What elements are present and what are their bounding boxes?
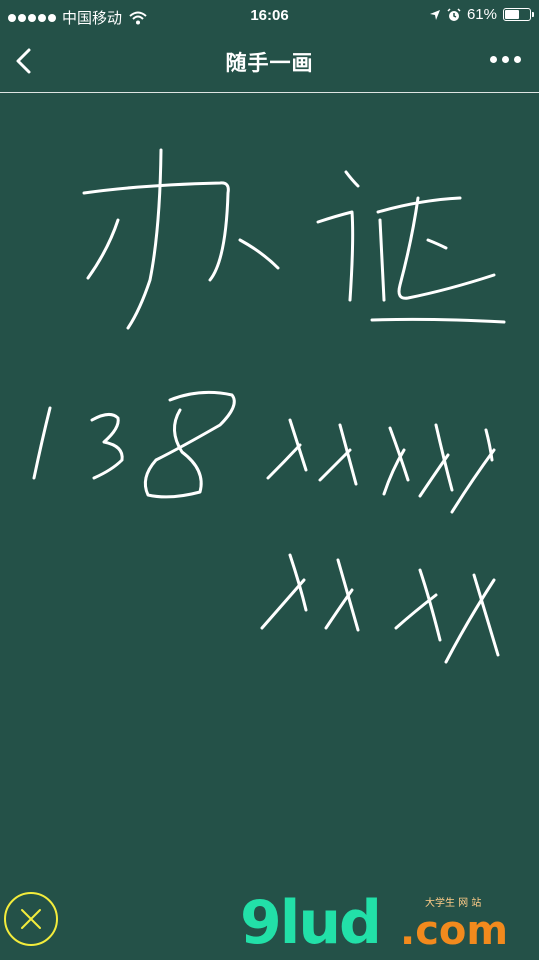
navigation-bar: 随手一画 [0, 32, 539, 93]
stroke [32, 406, 52, 480]
stroke [434, 423, 454, 492]
watermark-logo: 9lud .com 大学生 网 站 [240, 888, 530, 958]
stroke [472, 573, 500, 657]
close-button[interactable] [4, 892, 58, 946]
stroke [450, 448, 496, 514]
status-right: 61% [429, 6, 534, 23]
stroke [86, 218, 120, 280]
stroke [266, 443, 302, 480]
stroke [426, 238, 448, 250]
stroke [90, 413, 124, 480]
stroke [394, 593, 438, 630]
stroke [378, 218, 386, 302]
handwriting-strokes [32, 148, 506, 664]
stroke [318, 448, 352, 482]
stroke [418, 453, 450, 498]
battery-level-fill [505, 10, 520, 19]
close-icon [21, 909, 41, 929]
more-dots-icon [490, 56, 497, 63]
watermark-domain: .com [400, 908, 509, 954]
stroke [143, 390, 236, 499]
battery-icon [503, 8, 534, 21]
stroke [382, 448, 406, 496]
battery-percent: 61% [466, 6, 497, 23]
status-bar: 中国移动 16:06 61% [0, 0, 539, 32]
stroke [316, 210, 355, 302]
drawing-canvas[interactable] [0, 93, 539, 960]
watermark-tagline: 大学生 网 站 [425, 898, 482, 909]
stroke [260, 578, 306, 630]
page-title: 随手一画 [225, 52, 314, 75]
stroke [126, 148, 163, 330]
stroke [324, 588, 354, 630]
stroke [338, 423, 358, 486]
more-button[interactable] [490, 56, 521, 63]
watermark-main: 9lud [240, 888, 382, 958]
stroke [238, 238, 280, 270]
stroke [344, 170, 360, 188]
stroke [370, 317, 506, 324]
location-arrow-icon [429, 9, 440, 20]
alarm-icon [447, 7, 461, 21]
